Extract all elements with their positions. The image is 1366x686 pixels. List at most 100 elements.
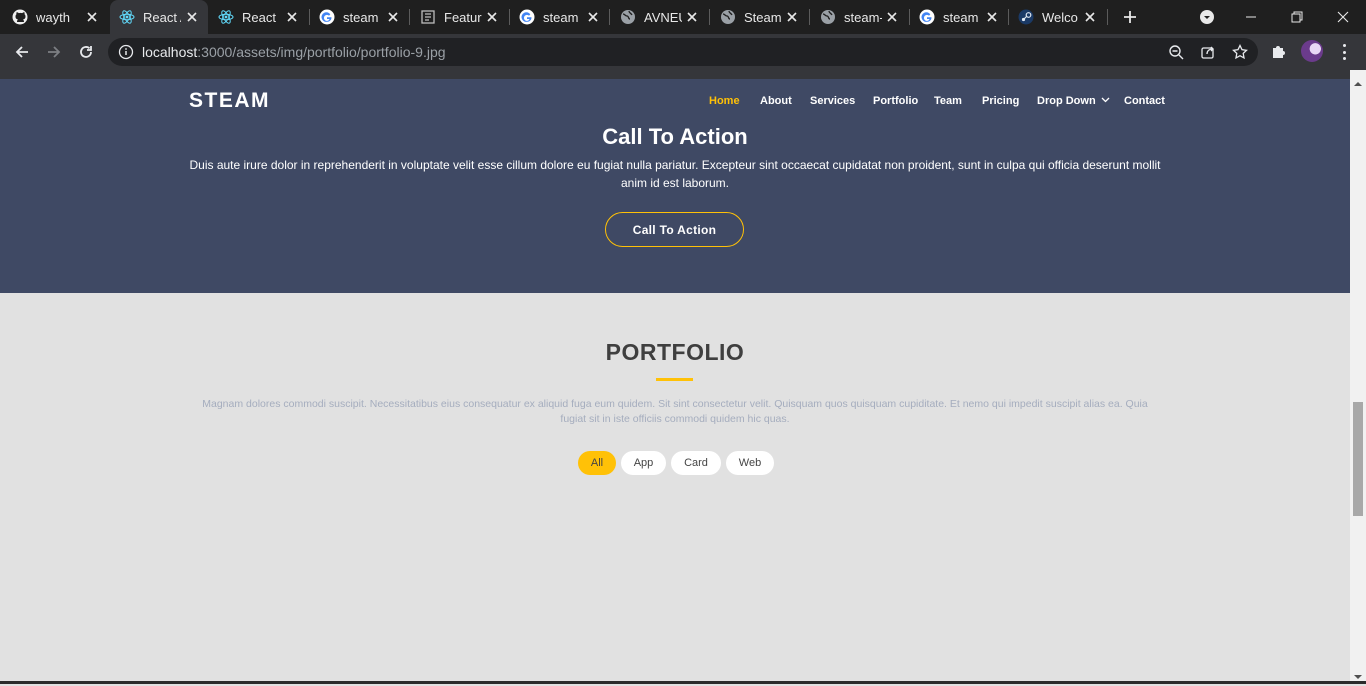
nav-pricing[interactable]: Pricing	[982, 95, 1019, 107]
extensions-puzzle-icon[interactable]	[1270, 42, 1288, 60]
tab-2[interactable]: React	[218, 0, 308, 34]
filter-app[interactable]: App	[621, 451, 666, 475]
tab-7[interactable]: Steam	[720, 0, 808, 34]
close-icon[interactable]	[984, 9, 1000, 25]
tab-title: Steam	[744, 9, 782, 25]
header-cta-section: STEAM Home About Services Portfolio Team…	[0, 79, 1350, 293]
tab-4[interactable]: Featur	[420, 0, 508, 34]
nav-services[interactable]: Services	[810, 95, 855, 107]
reload-icon[interactable]	[74, 40, 98, 64]
browser-tab-bar: wayth React A React steam Featur	[0, 0, 1366, 34]
minimize-icon[interactable]	[1228, 0, 1274, 34]
forward-arrow-icon[interactable]	[42, 40, 66, 64]
globe-icon	[820, 9, 836, 25]
url-host: localhost	[142, 44, 198, 60]
tab-0[interactable]: wayth	[12, 0, 108, 34]
react-icon	[119, 9, 135, 25]
info-icon[interactable]	[118, 44, 134, 65]
nav-about[interactable]: About	[760, 95, 792, 107]
close-icon[interactable]	[184, 9, 200, 25]
close-icon[interactable]	[84, 9, 100, 25]
close-icon[interactable]	[784, 9, 800, 25]
tab-title: AVNEU	[644, 9, 682, 25]
steam-icon	[1018, 9, 1034, 25]
nav-team[interactable]: Team	[934, 95, 962, 107]
tab-9[interactable]: steam	[919, 0, 1008, 34]
portfolio-title: PORTFOLIO	[605, 339, 745, 365]
tab-separator	[1107, 9, 1108, 25]
browser-toolbar: localhost:3000/assets/img/portfolio/port…	[0, 34, 1366, 70]
url-path: :3000/assets/img/portfolio/portfolio-9.j…	[197, 44, 446, 60]
tab-title: React A	[143, 9, 181, 25]
google-icon	[319, 9, 335, 25]
cta-text: Duis aute irure dolor in reprehenderit i…	[189, 158, 1161, 190]
google-icon	[519, 9, 535, 25]
tab-3[interactable]: steam	[319, 0, 409, 34]
profile-avatar[interactable]	[1301, 40, 1323, 62]
call-to-action-button[interactable]: Call To Action	[605, 212, 744, 247]
back-arrow-icon[interactable]	[10, 40, 34, 64]
nav-dropdown-label: Drop Down	[1037, 95, 1096, 107]
nav-portfolio[interactable]: Portfolio	[873, 95, 918, 107]
tab-8[interactable]: steam-	[820, 0, 908, 34]
tab-separator	[409, 9, 410, 25]
globe-icon	[720, 9, 736, 25]
title-underline	[656, 378, 693, 381]
tab-title: steam	[543, 9, 579, 25]
react-icon	[218, 9, 234, 25]
zoom-out-icon[interactable]	[1168, 44, 1184, 60]
nav-home[interactable]: Home	[709, 95, 740, 107]
tab-title: steam-	[844, 9, 882, 25]
bookmark-star-icon[interactable]	[1232, 43, 1248, 60]
page-icon	[420, 9, 436, 25]
address-bar[interactable]: localhost:3000/assets/img/portfolio/port…	[108, 38, 1258, 66]
cta-title: Call To Action	[602, 124, 748, 149]
share-icon[interactable]	[1200, 44, 1216, 60]
tab-title: wayth	[36, 9, 70, 25]
close-icon[interactable]	[684, 9, 700, 25]
scroll-down-arrow-icon[interactable]	[1354, 668, 1362, 679]
close-window-icon[interactable]	[1320, 0, 1366, 34]
nav-dropdown[interactable]: Drop Down	[1037, 95, 1110, 107]
tab-separator	[909, 9, 910, 25]
tab-separator	[1008, 9, 1009, 25]
site-logo[interactable]: STEAM	[189, 89, 270, 113]
new-tab-button[interactable]	[1120, 7, 1140, 27]
page-top-strip	[0, 70, 1350, 79]
filter-all[interactable]: All	[578, 451, 616, 475]
close-icon[interactable]	[1082, 9, 1098, 25]
browser-menu-icon[interactable]	[1336, 42, 1352, 62]
close-icon[interactable]	[284, 9, 300, 25]
page-viewport: STEAM Home About Services Portfolio Team…	[0, 70, 1350, 681]
chevron-down-icon	[1101, 95, 1110, 107]
filter-web[interactable]: Web	[726, 451, 774, 475]
tab-separator	[609, 9, 610, 25]
nav-contact[interactable]: Contact	[1124, 95, 1165, 107]
tab-separator	[309, 9, 310, 25]
tab-separator	[809, 9, 810, 25]
tab-1-active[interactable]: React A	[110, 0, 208, 34]
tab-5[interactable]: steam	[519, 0, 609, 34]
google-icon	[919, 9, 935, 25]
tab-title: React	[242, 9, 276, 25]
close-icon[interactable]	[385, 9, 401, 25]
tab-6[interactable]: AVNEU	[620, 0, 708, 34]
close-icon[interactable]	[585, 9, 601, 25]
tab-title: steam	[343, 9, 379, 25]
portfolio-description: Magnam dolores commodi suscipit. Necessi…	[202, 398, 1148, 425]
tab-10[interactable]: Welco	[1018, 0, 1106, 34]
page-scrollbar[interactable]	[1350, 70, 1366, 681]
tab-title: Welco	[1042, 9, 1078, 25]
restore-icon[interactable]	[1274, 0, 1320, 34]
tab-title: steam	[943, 9, 979, 25]
globe-icon	[620, 9, 636, 25]
close-icon[interactable]	[484, 9, 500, 25]
url-text: localhost:3000/assets/img/portfolio/port…	[142, 44, 446, 60]
scroll-up-arrow-icon[interactable]	[1354, 75, 1362, 86]
scrollbar-thumb[interactable]	[1353, 402, 1363, 516]
github-icon	[12, 9, 28, 25]
tab-title: Featur	[444, 9, 482, 25]
tab-search-button[interactable]	[1184, 0, 1230, 34]
close-icon[interactable]	[884, 9, 900, 25]
filter-card[interactable]: Card	[671, 451, 721, 475]
